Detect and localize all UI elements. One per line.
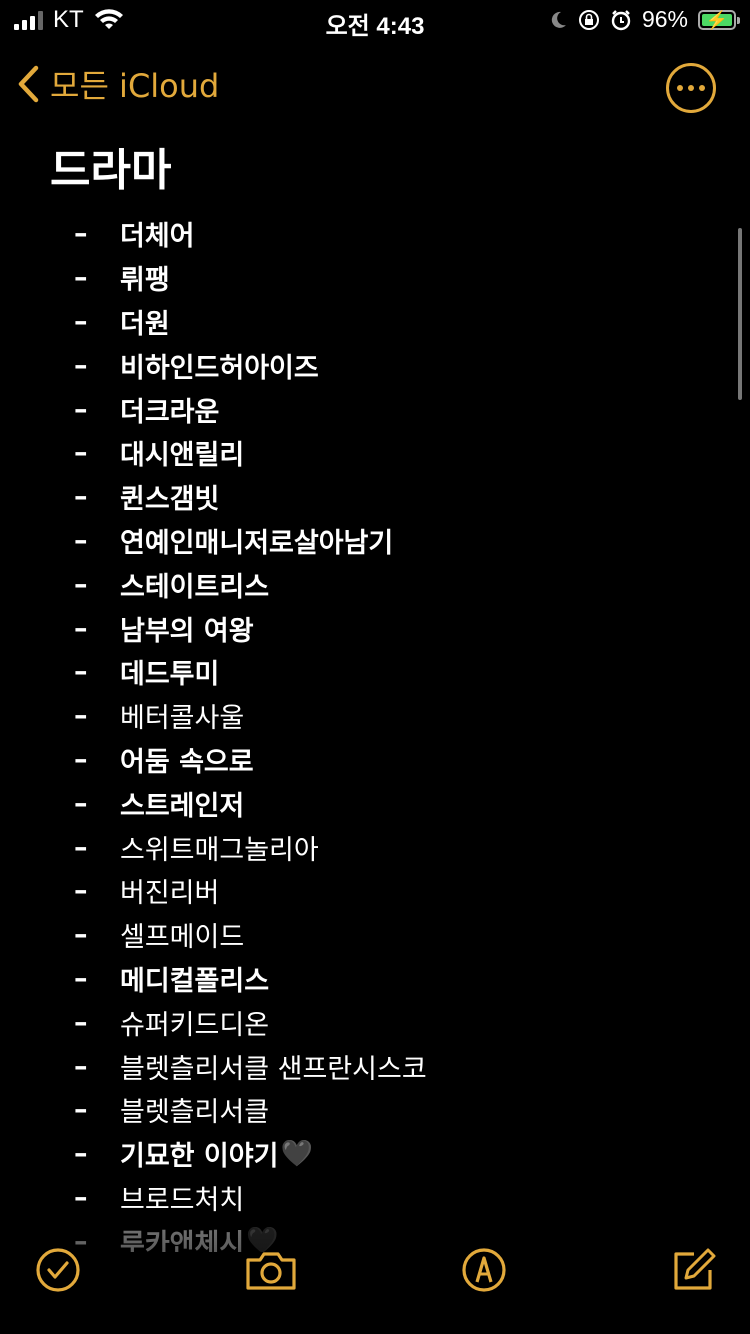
note-list-item[interactable]: – 더체어 — [50, 212, 710, 256]
alarm-icon — [611, 9, 631, 30]
list-dash: – — [74, 612, 88, 644]
note-list-item[interactable]: – 기묘한 이야기 🖤 — [50, 1132, 710, 1176]
battery-icon: ⚡ — [698, 9, 740, 30]
note-list-item[interactable]: – 뤼팽 — [50, 256, 710, 300]
back-button[interactable]: 모든 iCloud — [16, 61, 219, 107]
list-dash: – — [74, 875, 88, 907]
note-list-item[interactable]: – 베터콜사울 — [50, 694, 710, 738]
list-item-text: 브로드처치 — [120, 1184, 245, 1216]
more-options-button[interactable] — [666, 63, 716, 113]
list-dash: – — [74, 262, 88, 294]
note-list[interactable]: – 더체어 – 뤼팽 – 더원 – 비하인드허아이즈 – 더크라운 – 대시앤릴리 – 퀸스갬빗 – 연예인매… — [50, 212, 710, 1252]
bottom-toolbar — [0, 1224, 750, 1334]
note-list-item[interactable]: – 셀프메이드 — [50, 913, 710, 957]
note-list-item[interactable]: – 메디컬폴리스 — [50, 957, 710, 1001]
note-list-item[interactable]: – 스위트매그놀리아 — [50, 825, 710, 869]
note-list-item[interactable]: – 어둠 속으로 — [50, 738, 710, 782]
list-item-text: 어둠 속으로 — [120, 746, 254, 778]
note-body[interactable]: 드라마 – 더체어 – 뤼팽 – 더원 – 비하인드허아이즈 – 더크라운 – 대시앤릴리 – 퀸스갬빗 –… — [50, 140, 710, 1252]
rotation-lock-icon — [578, 9, 599, 30]
camera-icon[interactable] — [244, 1246, 298, 1294]
note-list-item[interactable]: – 스트레인저 — [50, 781, 710, 825]
compose-icon[interactable] — [670, 1246, 718, 1294]
list-dash: – — [74, 787, 88, 819]
list-dash: – — [74, 1050, 88, 1082]
list-item-text: 기묘한 이야기 — [120, 1141, 279, 1173]
list-dash: – — [74, 218, 88, 250]
status-bar: KT 오전 4:43 96% ⚡ — [0, 0, 750, 40]
list-item-text: 더크라운 — [120, 396, 220, 428]
list-item-text: 퀸스갬빗 — [120, 484, 220, 516]
list-item-text: 슈퍼키드디온 — [120, 1009, 270, 1041]
list-dash: – — [74, 349, 88, 381]
list-item-text: 베터콜사울 — [120, 703, 245, 735]
list-item-text: 메디컬폴리스 — [120, 965, 270, 997]
note-list-item[interactable]: – 남부의 여왕 — [50, 606, 710, 650]
markup-icon[interactable] — [460, 1246, 508, 1294]
checklist-icon[interactable] — [34, 1246, 82, 1294]
ellipsis-icon — [677, 85, 683, 91]
list-dash: – — [74, 1181, 88, 1213]
note-list-item[interactable]: – 블렛츨리서클 샌프란시스코 — [50, 1044, 710, 1088]
list-dash: – — [74, 919, 88, 951]
note-title[interactable]: 드라마 — [50, 140, 710, 202]
list-dash: – — [74, 700, 88, 732]
list-item-text: 뤼팽 — [120, 265, 170, 297]
list-dash: – — [74, 437, 88, 469]
note-list-item[interactable]: – 브로드처치 — [50, 1176, 710, 1220]
status-right: 96% ⚡ — [548, 6, 740, 33]
list-item-text: 연예인매니저로살아남기 — [120, 527, 394, 559]
list-item-text: 셀프메이드 — [120, 922, 245, 954]
list-item-text: 대시앤릴리 — [120, 440, 245, 472]
nav-bar: 모든 iCloud — [0, 55, 750, 115]
list-item-text: 스테이트리스 — [120, 571, 270, 603]
list-item-text: 비하인드허아이즈 — [120, 352, 319, 384]
list-dash: – — [74, 568, 88, 600]
list-item-text: 블렛츨리서클 샌프란시스코 — [120, 1053, 427, 1085]
note-list-item[interactable]: – 대시앤릴리 — [50, 431, 710, 475]
list-dash: – — [74, 524, 88, 556]
list-dash: – — [74, 743, 88, 775]
battery-percent: 96% — [641, 6, 688, 32]
list-dash: – — [74, 481, 88, 513]
list-dash: – — [74, 305, 88, 337]
note-list-item[interactable]: – 데드투미 — [50, 650, 710, 694]
list-item-text: 데드투미 — [120, 659, 220, 691]
list-item-text: 블렛츨리서클 — [120, 1097, 270, 1129]
list-dash: – — [74, 1094, 88, 1126]
list-item-text: 더체어 — [120, 221, 195, 253]
list-dash: – — [74, 1138, 88, 1170]
note-list-item[interactable]: – 블렛츨리서클 — [50, 1088, 710, 1132]
note-list-item[interactable]: – 더원 — [50, 300, 710, 344]
list-item-text: 스트레인저 — [120, 790, 245, 822]
note-list-item[interactable]: – 퀸스갬빗 — [50, 475, 710, 519]
note-list-item[interactable]: – 더크라운 — [50, 387, 710, 431]
scroll-indicator[interactable] — [738, 228, 742, 400]
list-dash: – — [74, 1006, 88, 1038]
back-label: 모든 iCloud — [50, 67, 220, 105]
note-list-item[interactable]: – 연예인매니저로살아남기 — [50, 519, 710, 563]
note-list-item[interactable]: – 버진리버 — [50, 869, 710, 913]
chevron-left-icon — [18, 65, 39, 103]
list-dash: – — [74, 656, 88, 688]
moon-icon — [551, 11, 566, 28]
note-list-item[interactable]: – 스테이트리스 — [50, 562, 710, 606]
list-item-text: 더원 — [120, 308, 170, 340]
note-list-item[interactable]: – 비하인드허아이즈 — [50, 343, 710, 387]
note-list-item[interactable]: – 슈퍼키드디온 — [50, 1000, 710, 1044]
list-dash: – — [74, 831, 88, 863]
list-item-text: 남부의 여왕 — [120, 615, 254, 647]
list-item-text: 버진리버 — [120, 878, 220, 910]
list-dash: – — [74, 962, 88, 994]
list-dash: – — [74, 393, 88, 425]
list-item-text: 스위트매그놀리아 — [120, 834, 319, 866]
black-heart-icon: 🖤 — [280, 1138, 313, 1169]
